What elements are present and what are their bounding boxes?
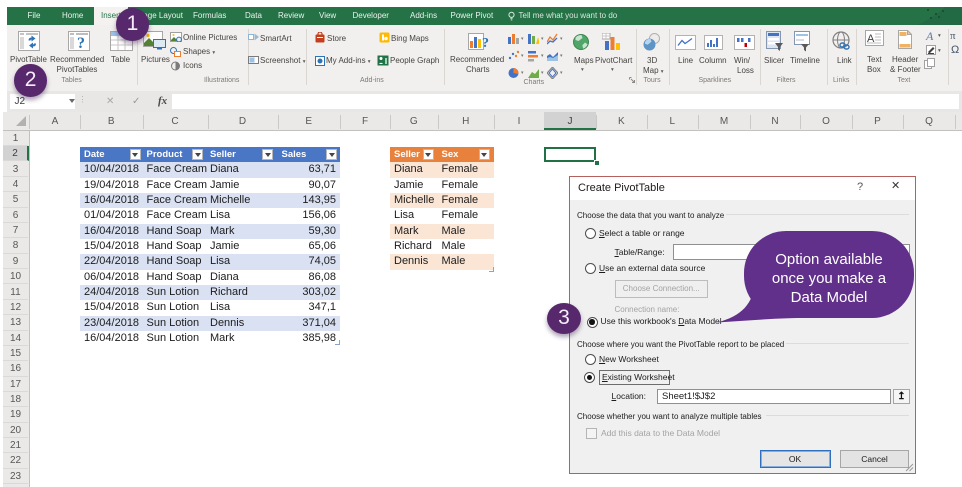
svg-text:?: ?: [482, 36, 489, 50]
svg-text:?: ?: [77, 35, 85, 51]
